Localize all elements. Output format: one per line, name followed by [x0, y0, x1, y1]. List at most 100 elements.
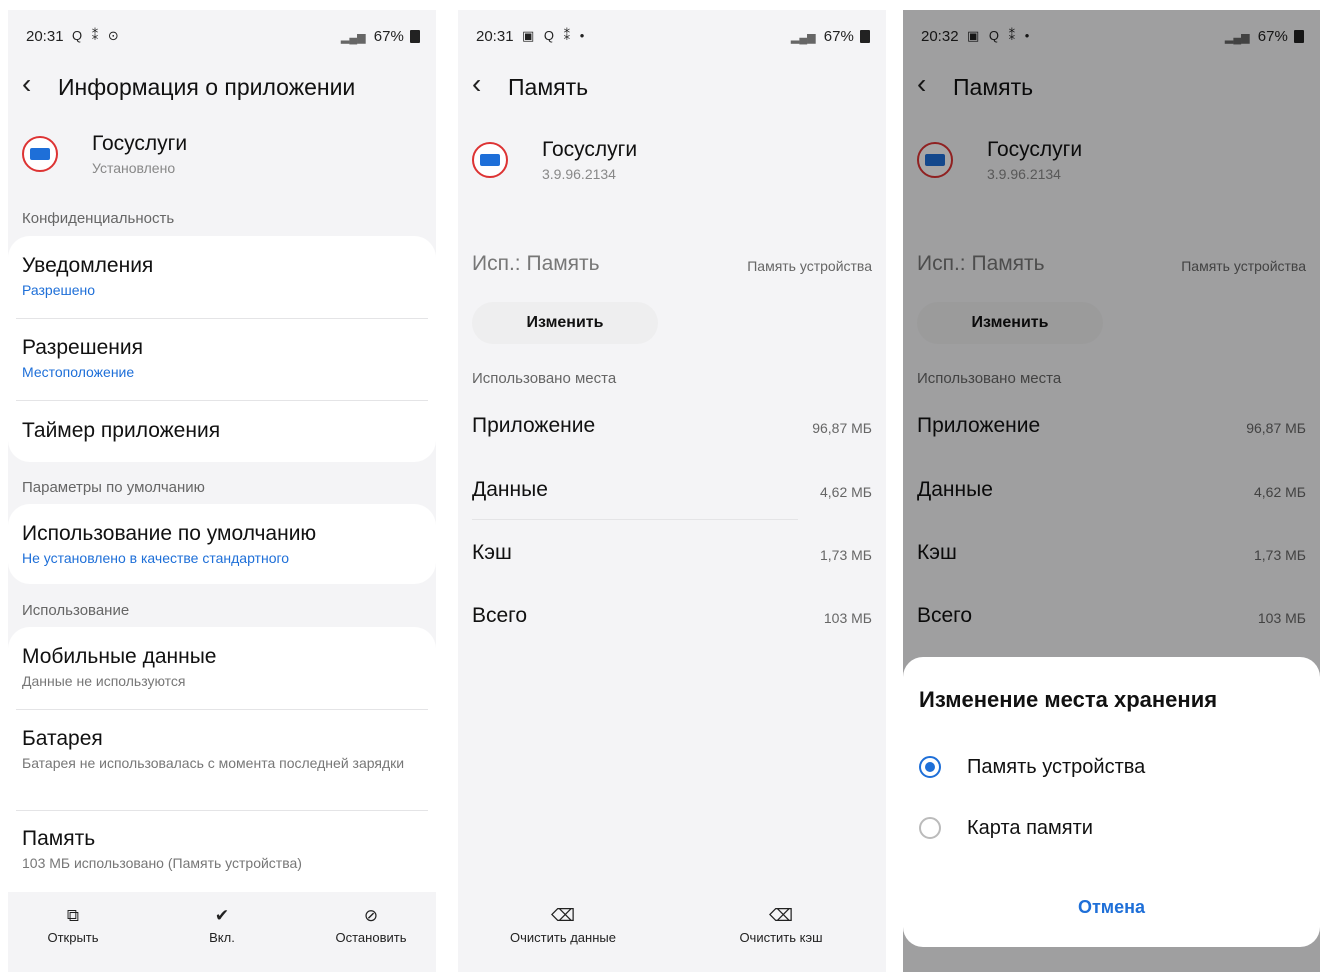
defaults-card: Использование по умолчанию Не установлен… [8, 504, 436, 584]
battery-percent: 67% [823, 28, 854, 45]
battery-sub: Батарея не использовалась с момента посл… [22, 755, 405, 771]
memory-title: Память [22, 827, 96, 850]
app-info-screen: 20:31 Q ⁑ ⊙ ▂▄▆ 67% ‹ Информация о прило… [8, 10, 436, 972]
app-version: 3.9.96.2134 [542, 166, 616, 182]
clear-data-icon: ⌫ [550, 906, 576, 925]
signal-icon: ▂▄▆ [340, 32, 366, 44]
default-use-title: Использование по умолчанию [22, 522, 317, 545]
back-icon[interactable]: ‹ [22, 70, 31, 98]
status-right: ▂▄▆ 67% [341, 28, 420, 45]
clear-cache-button[interactable]: ⌫ Очистить кэш [696, 906, 866, 945]
notifications-sub: Разрешено [22, 282, 96, 298]
app-status: Установлено [92, 160, 176, 176]
clear-cache-icon: ⌫ [768, 906, 794, 925]
enable-icon: ✔ [214, 906, 230, 925]
permissions-item[interactable]: Разрешения Местоположение [22, 336, 422, 380]
stop-icon: ⊘ [363, 906, 379, 925]
divider [16, 318, 428, 319]
row-app-value: 96,87 МБ [812, 420, 872, 436]
battery-percent: 67% [373, 28, 404, 45]
option-device-memory[interactable]: Память устройства [967, 756, 1145, 779]
row-total-value: 103 МБ [823, 610, 872, 626]
notifications-item[interactable]: Уведомления Разрешено [22, 254, 422, 298]
permissions-title: Разрешения [22, 336, 143, 359]
app-name: Госуслуги [542, 138, 638, 161]
row-data-value: 4,62 МБ [820, 484, 872, 500]
open-label: Открыть [47, 930, 99, 945]
storage-used-row: Исп.: Память Память устройства [472, 252, 872, 276]
bottom-action-bar: ⧉ Открыть ✔ Вкл. ⊘ Остановить [8, 892, 436, 972]
section-privacy: Конфиденциальность [22, 210, 175, 227]
storage-used-value: Память устройства [747, 258, 872, 274]
divider [16, 810, 428, 811]
bottom-action-bar: ⌫ Очистить данные ⌫ Очистить кэш [458, 892, 886, 972]
permissions-sub: Местоположение [22, 364, 135, 380]
timer-title: Таймер приложения [22, 419, 221, 442]
radio-device-memory[interactable] [919, 756, 941, 778]
change-storage-button[interactable]: Изменить [472, 302, 658, 344]
stop-button[interactable]: ⊘ Остановить [306, 906, 436, 945]
status-time: 20:31 [476, 28, 514, 45]
app-logo-icon [472, 142, 508, 178]
open-icon: ⧉ [66, 906, 80, 925]
app-name: Госуслуги [92, 132, 188, 155]
dialog-title: Изменение места хранения [919, 687, 1218, 712]
mobile-data-sub: Данные не используются [22, 673, 186, 689]
signal-icon: ▂▄▆ [790, 32, 816, 44]
radio-memory-card[interactable] [919, 817, 941, 839]
battery-item[interactable]: Батарея Батарея не использовалась с моме… [22, 727, 422, 771]
section-usage: Использование [22, 602, 130, 619]
open-button[interactable]: ⧉ Открыть [8, 906, 138, 945]
option-memory-card[interactable]: Карта памяти [967, 817, 1093, 840]
memory-screen: 20:31 ▣ Q ⁑ • ▂▄▆ 67% ‹ Память Госуслуги… [458, 10, 886, 972]
divider [16, 709, 428, 710]
battery-title: Батарея [22, 727, 103, 750]
timer-item[interactable]: Таймер приложения [22, 419, 422, 443]
mobile-data-title: Мобильные данные [22, 645, 217, 668]
enable-button[interactable]: ✔ Вкл. [157, 906, 287, 945]
clear-data-label: Очистить данные [510, 930, 616, 945]
section-defaults: Параметры по умолчанию [22, 479, 205, 496]
usage-card: Мобильные данные Данные не используются … [8, 627, 436, 917]
app-summary: Госуслуги Установлено [8, 124, 436, 184]
row-cache: Кэш 1,73 МБ [472, 541, 872, 565]
clear-cache-label: Очистить кэш [739, 930, 823, 945]
clear-data-button[interactable]: ⌫ Очистить данные [478, 906, 648, 945]
status-time: 20:31 [26, 28, 64, 45]
default-use-sub: Не установлено в качестве стандартного [22, 550, 290, 566]
back-icon[interactable]: ‹ [472, 70, 481, 98]
app-logo-icon [22, 136, 58, 172]
row-total-label: Всего [472, 604, 528, 627]
storage-location-dialog: Изменение места хранения Память устройст… [903, 657, 1320, 947]
divider [472, 519, 798, 520]
section-used-space: Использовано места [472, 370, 617, 387]
memory-screen-with-dialog: 20:32 ▣ Q ⁑ • ▂▄▆ 67% ‹ Память Госуслуги… [903, 10, 1320, 972]
default-use-item[interactable]: Использование по умолчанию Не установлен… [22, 522, 422, 566]
header: ‹ Память [458, 62, 886, 112]
enable-label: Вкл. [209, 930, 235, 945]
row-app-label: Приложение [472, 414, 596, 437]
status-icons: ▣ Q ⁑ • [522, 28, 588, 43]
memory-sub: 103 МБ использовано (Память устройства) [22, 855, 302, 871]
mobile-data-item[interactable]: Мобильные данные Данные не используются [22, 645, 422, 689]
status-bar: 20:31 ▣ Q ⁑ • ▂▄▆ 67% [458, 10, 886, 60]
row-cache-label: Кэш [472, 541, 512, 564]
status-icons: Q ⁑ ⊙ [72, 28, 122, 43]
cancel-button[interactable]: Отмена [903, 897, 1320, 918]
app-summary: Госуслуги 3.9.96.2134 [458, 130, 886, 190]
status-bar: 20:31 Q ⁑ ⊙ ▂▄▆ 67% [8, 10, 436, 60]
page-title: Информация о приложении [58, 74, 356, 100]
notifications-title: Уведомления [22, 254, 154, 277]
page-title: Память [508, 74, 589, 100]
storage-used-label: Исп.: Память [472, 252, 600, 275]
battery-icon [860, 30, 870, 43]
privacy-card: Уведомления Разрешено Разрешения Местопо… [8, 236, 436, 462]
stop-label: Остановить [335, 930, 407, 945]
status-right: ▂▄▆ 67% [791, 28, 870, 45]
row-cache-value: 1,73 МБ [820, 547, 872, 563]
battery-icon [410, 30, 420, 43]
row-data: Данные 4,62 МБ [472, 478, 872, 502]
memory-item[interactable]: Память 103 МБ использовано (Память устро… [22, 827, 422, 871]
row-app: Приложение 96,87 МБ [472, 414, 872, 438]
header: ‹ Информация о приложении [8, 62, 436, 112]
